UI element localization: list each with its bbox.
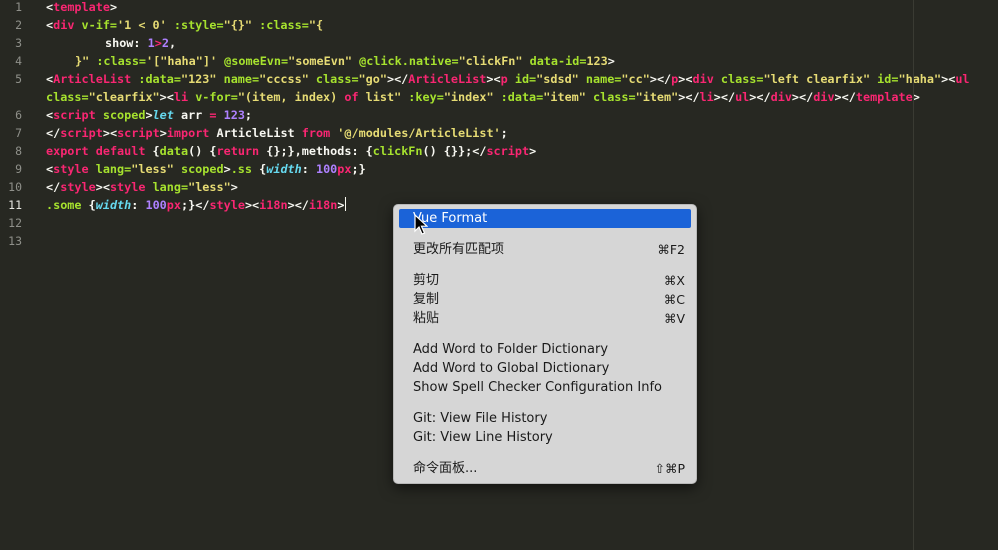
menu-item-git-file-history[interactable]: Git: View File History <box>399 409 691 428</box>
menu-item-git-line-history[interactable]: Git: View Line History <box>399 428 691 447</box>
menu-item-copy[interactable]: 复制 ⌘C <box>399 290 691 309</box>
menu-item-change-all-occurrences[interactable]: 更改所有匹配项 ⌘F2 <box>399 240 691 259</box>
line-number: 10 <box>8 180 22 194</box>
code-line-5: <ArticleList :data="123" name="cccss" cl… <box>46 72 970 86</box>
line-number: 8 <box>15 144 22 158</box>
menu-item-cut[interactable]: 剪切 ⌘X <box>399 271 691 290</box>
menu-item-vue-format[interactable]: Vue Format <box>399 209 691 228</box>
code-line-6: <script scoped>let arr = 123; <box>46 108 253 122</box>
code-line-5-wrap: class="clearfix"><li v-for="(item, index… <box>46 90 920 104</box>
menu-item-command-palette[interactable]: 命令面板... ⇧⌘P <box>399 459 691 478</box>
code-line-2: <div v-if='1 < 0' :style="{}" :class="{ <box>46 18 324 32</box>
line-number-gutter: 1 2 3 4 5 6 7 8 9 10 11 12 13 <box>0 0 36 550</box>
text-caret <box>345 197 347 211</box>
shortcut: ⌘V <box>663 311 685 326</box>
code-line-1: <template> <box>46 0 118 14</box>
code-line-7: </script><script>import ArticleList from… <box>46 126 508 140</box>
line-number: 4 <box>15 54 22 68</box>
code-line-9: <style lang="less" scoped>.ss {width: 10… <box>46 162 366 176</box>
line-number: 1 <box>15 0 22 14</box>
code-line-4: }" :class='["haha"]' @someEvn="someEvn" … <box>75 54 615 68</box>
line-number-active: 11 <box>8 198 22 212</box>
shortcut: ⇧⌘P <box>654 461 685 476</box>
menu-item-add-word-global-dictionary[interactable]: Add Word to Global Dictionary <box>399 359 691 378</box>
code-line-10: </style><style lang="less"> <box>46 180 238 194</box>
shortcut: ⌘X <box>663 273 685 288</box>
line-number: 3 <box>15 36 22 50</box>
menu-item-add-word-folder-dictionary[interactable]: Add Word to Folder Dictionary <box>399 340 691 359</box>
code-line-11: .some {width: 100px;}</style><i18n></i18… <box>46 197 347 212</box>
menu-item-paste[interactable]: 粘贴 ⌘V <box>399 309 691 328</box>
shortcut: ⌘F2 <box>657 242 685 257</box>
code-line-8: export default {data() {return {};},meth… <box>46 144 537 158</box>
line-number: 9 <box>15 162 22 176</box>
line-number: 7 <box>15 126 22 140</box>
line-number: 12 <box>8 216 22 230</box>
context-menu: Vue Format 更改所有匹配项 ⌘F2 剪切 ⌘X 复制 ⌘C 粘贴 ⌘V… <box>393 204 697 484</box>
wrap-guide <box>913 0 914 550</box>
line-number: 5 <box>15 72 22 86</box>
menu-item-spell-checker-info[interactable]: Show Spell Checker Configuration Info <box>399 378 691 397</box>
mouse-pointer-icon <box>414 214 428 235</box>
line-number: 6 <box>15 108 22 122</box>
line-number: 2 <box>15 18 22 32</box>
line-number: 13 <box>8 234 22 248</box>
code-line-3: show: 1>2, <box>105 36 177 50</box>
shortcut: ⌘C <box>663 292 685 307</box>
